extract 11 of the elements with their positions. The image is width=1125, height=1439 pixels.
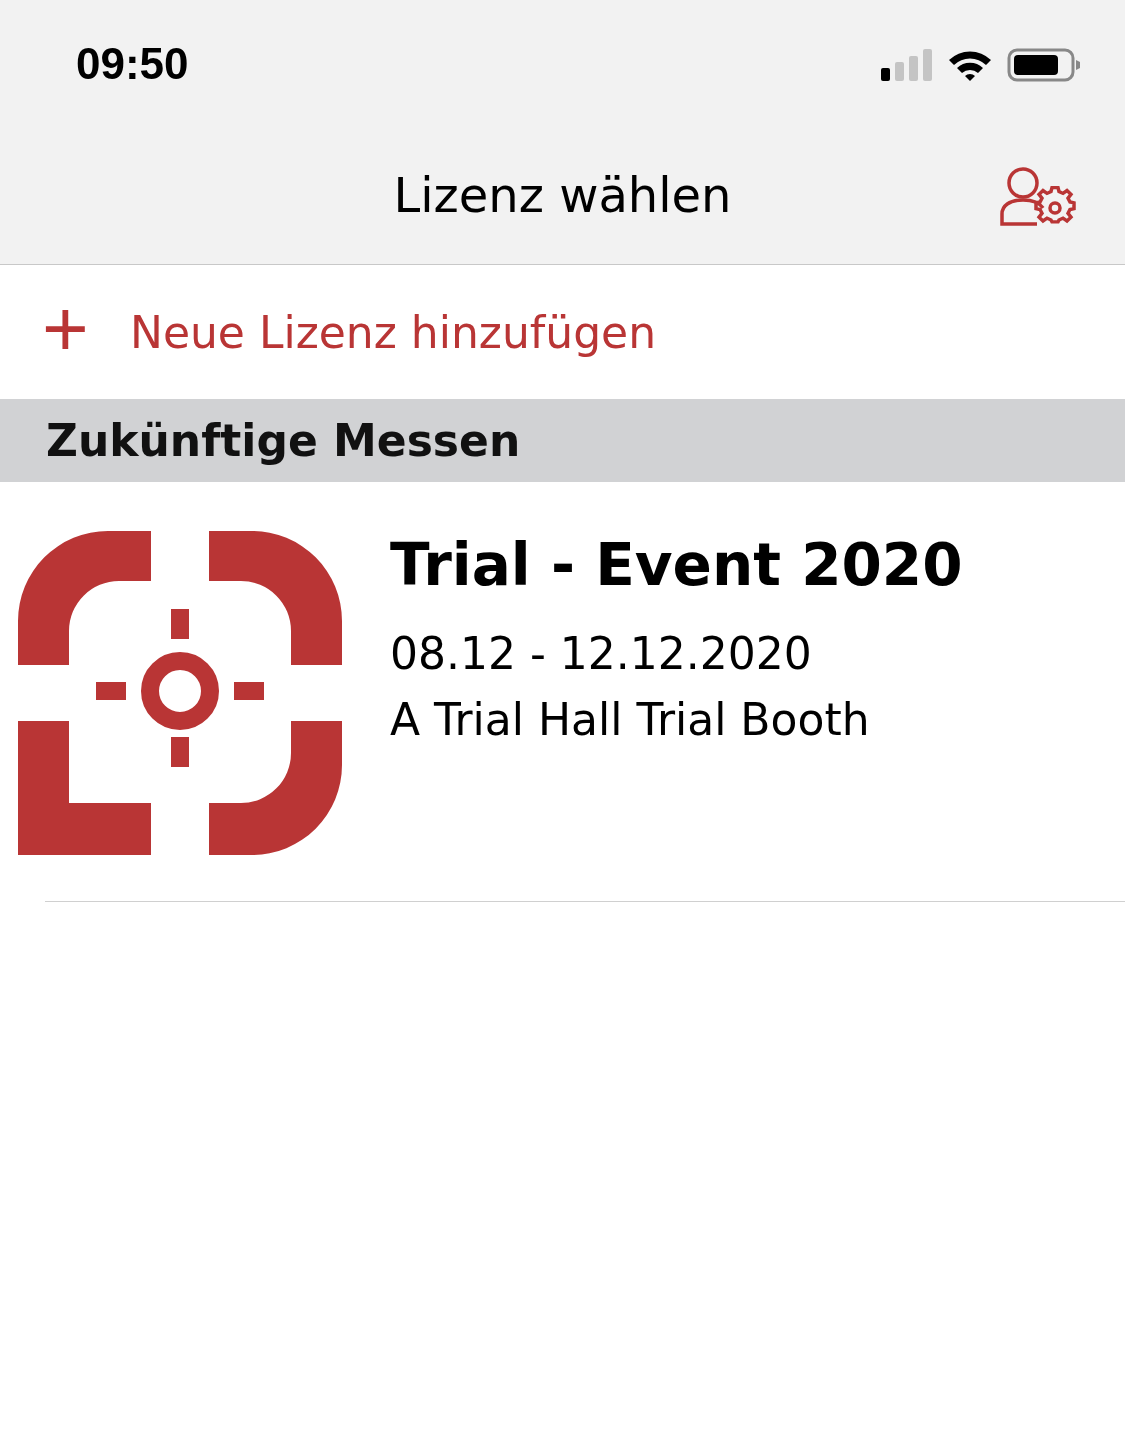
event-location: A Trial Hall Trial Booth xyxy=(390,693,871,747)
nav-title: Lizenz wählen xyxy=(393,167,732,223)
battery-icon xyxy=(1007,48,1081,82)
user-settings-icon[interactable] xyxy=(999,166,1077,228)
signal-icon xyxy=(881,48,933,82)
add-license-button[interactable]: + Neue Lizenz hinzufügen xyxy=(0,265,1125,399)
event-dates: 08.12 - 12.12.2020 xyxy=(390,627,813,681)
event-title: Trial - Event 2020 xyxy=(390,531,963,599)
status-time: 09:50 xyxy=(76,39,189,89)
section-header: Zukünftige Messen xyxy=(46,415,521,466)
wifi-icon xyxy=(947,48,993,82)
